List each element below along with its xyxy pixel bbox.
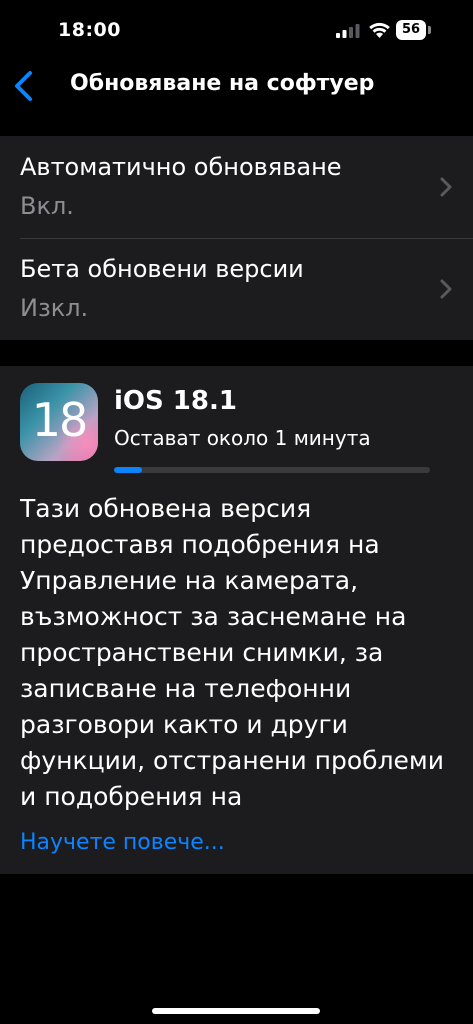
ios-icon-number: 18 <box>31 393 89 447</box>
download-progress-bar <box>114 467 430 473</box>
chevron-right-icon <box>440 279 452 299</box>
update-card: 18 iOS 18.1 Остават около 1 минута Тази … <box>0 366 473 874</box>
settings-group: Автоматично обновяване Вкл. Бета обновен… <box>0 136 473 340</box>
battery-level: 56 <box>396 20 426 40</box>
progress-fill <box>114 467 143 473</box>
navigation-bar: Обновяване на софтуер <box>0 62 473 110</box>
beta-updates-value: Изкл. <box>20 294 89 322</box>
chevron-right-icon <box>440 177 452 197</box>
auto-update-value: Вкл. <box>20 192 74 220</box>
auto-update-label: Автоматично обновяване <box>20 153 342 181</box>
page-title: Обновяване на софтуер <box>70 71 375 96</box>
chevron-left-icon <box>15 71 32 101</box>
battery-icon: 56 <box>396 20 432 40</box>
update-description: Тази обновена версия предоставя подобрен… <box>20 494 445 811</box>
update-status: Остават около 1 минута <box>114 426 371 450</box>
ios-18-app-icon: 18 <box>20 383 98 461</box>
beta-updates-row[interactable]: Бета обновени версии Изкл. <box>0 238 473 340</box>
learn-more-link[interactable]: Научете повече... <box>20 830 225 855</box>
update-name: iOS 18.1 <box>114 386 237 416</box>
beta-updates-label: Бета обновени версии <box>20 255 304 283</box>
wifi-icon <box>369 22 390 38</box>
back-button[interactable] <box>8 66 44 106</box>
cellular-signal-icon <box>336 24 360 38</box>
home-indicator[interactable] <box>152 1008 320 1014</box>
status-bar: 18:00 56 <box>0 0 473 62</box>
auto-update-row[interactable]: Автоматично обновяване Вкл. <box>0 136 473 238</box>
status-time: 18:00 <box>58 19 121 41</box>
battery-tip <box>428 26 431 34</box>
